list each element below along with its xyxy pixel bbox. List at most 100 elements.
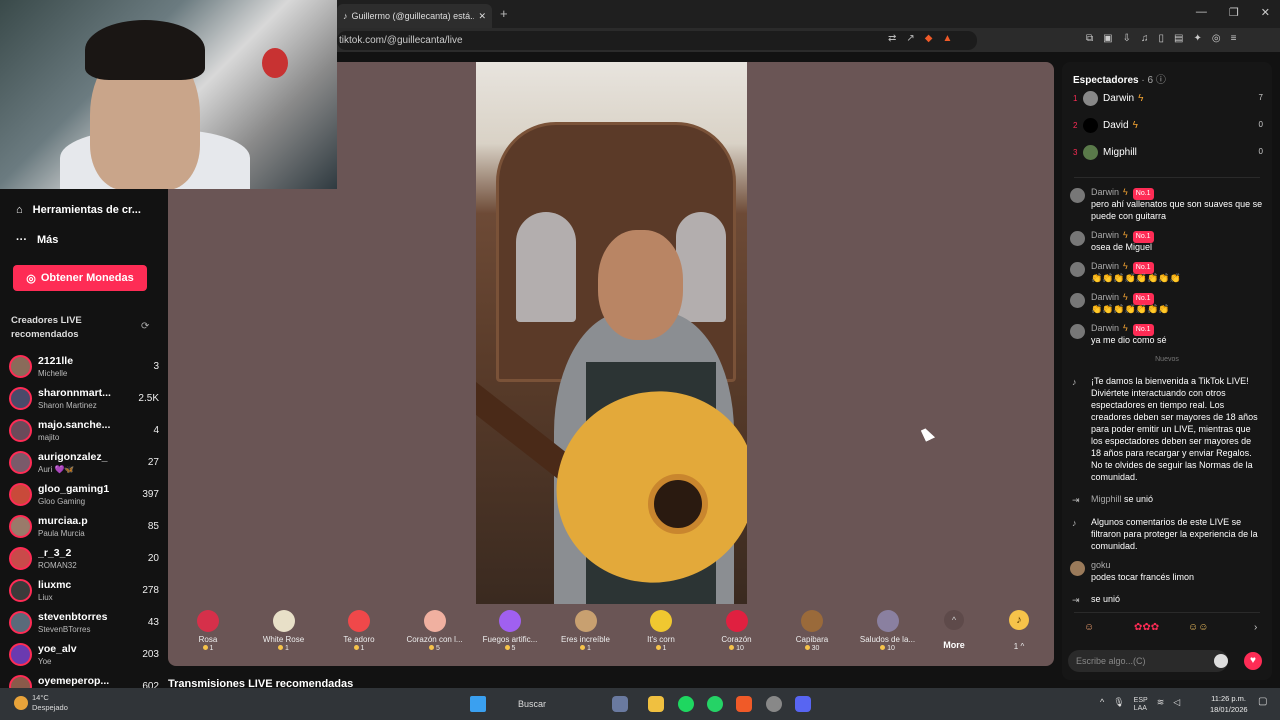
- url-field[interactable]: tiktok.com/@guillecanta/live: [337, 31, 977, 50]
- gift-item[interactable]: Capibara 30: [775, 608, 849, 660]
- tab-title: Guillermo (@guillecanta) está...: [351, 11, 475, 21]
- extensions-icon[interactable]: ⧉: [1086, 33, 1093, 44]
- windows-start-icon[interactable]: [470, 696, 486, 712]
- creator-item[interactable]: murciaa.p Paula Murcia 85: [9, 513, 159, 541]
- language-indicator[interactable]: ESP LAA: [1134, 697, 1148, 713]
- translate-icon[interactable]: ⇄: [888, 33, 896, 44]
- gift-price: 1: [247, 645, 321, 652]
- creator-name: gloo_gaming1: [38, 483, 110, 495]
- creator-item[interactable]: stevenbtorres StevenBTorres 43: [9, 609, 159, 637]
- creator-item[interactable]: yoe_alv Yoe 203: [9, 641, 159, 669]
- weather-widget[interactable]: 14°C Despejado: [14, 693, 68, 713]
- top-viewer-row[interactable]: 1 Darwin ϟ 7: [1073, 89, 1263, 109]
- creator-subtitle: Liux: [38, 593, 53, 602]
- system-tray: ^ 🎙 ESP LAA ≋ ◁: [1100, 697, 1180, 713]
- creator-item[interactable]: _r_3_2 ROMAN32 20: [9, 545, 159, 573]
- gift-name: Corazón: [721, 635, 752, 644]
- avatar[interactable]: [1070, 188, 1085, 203]
- brave-icon[interactable]: [736, 696, 752, 712]
- minimize-button[interactable]: —: [1196, 6, 1207, 19]
- notification-icon[interactable]: ▢: [1258, 696, 1267, 707]
- gift-name: White Rose: [262, 635, 305, 644]
- creator-item[interactable]: gloo_gaming1 Gloo Gaming 397: [9, 481, 159, 509]
- gift-item[interactable]: Te adoro 1: [322, 608, 396, 660]
- emote-icon[interactable]: ☺: [1084, 622, 1094, 633]
- whatsapp-icon[interactable]: [707, 696, 723, 712]
- creator-subtitle: majito: [38, 433, 60, 442]
- screenshot-icon[interactable]: ▣: [1103, 33, 1112, 44]
- sidebar-item-more[interactable]: ··· Más: [16, 234, 58, 246]
- creator-item[interactable]: sharonnmart... Sharon Martinez 2.5K: [9, 385, 159, 413]
- live-video[interactable]: [476, 62, 747, 604]
- brave-rewards-icon[interactable]: ▲: [942, 33, 952, 44]
- sidebar-item-tools[interactable]: ⌂ Herramientas de cr...: [16, 204, 141, 216]
- avatar[interactable]: [1070, 293, 1085, 308]
- coin-icon: ◎: [26, 272, 36, 285]
- join-user[interactable]: Migphill: [1091, 494, 1122, 504]
- top-viewer-row[interactable]: 2 David ϟ 0: [1073, 116, 1263, 136]
- gift-item[interactable]: Saludos de la... 10: [851, 608, 925, 660]
- brave-shield-icon[interactable]: ◆: [925, 33, 933, 44]
- gift-item[interactable]: Corazón con l... 5: [398, 608, 472, 660]
- discord-icon[interactable]: [795, 696, 811, 712]
- media-icon[interactable]: ♫: [1141, 33, 1149, 44]
- gift-icon: [801, 610, 823, 632]
- close-tab-icon[interactable]: ✕: [478, 11, 486, 22]
- gift-item[interactable]: Eres increíble 1: [549, 608, 623, 660]
- emote-icon[interactable]: ☺☺: [1188, 622, 1208, 633]
- wallet-icon[interactable]: ▤: [1174, 33, 1183, 44]
- chat-input[interactable]: Escribe algo...(C): [1068, 650, 1228, 672]
- viewer-count: 4: [153, 425, 159, 436]
- volume-icon[interactable]: ◁: [1173, 697, 1180, 713]
- share-icon[interactable]: ↗: [906, 33, 914, 44]
- avatar[interactable]: [1070, 561, 1085, 576]
- lang-layout: LAA: [1133, 705, 1147, 712]
- explorer-app-icon[interactable]: [612, 696, 628, 712]
- avatar[interactable]: [1070, 324, 1085, 339]
- vpn-icon[interactable]: ◎: [1212, 33, 1221, 44]
- coin-balance-button[interactable]: ♪ 1 ^: [1004, 610, 1034, 651]
- more-gifts-button[interactable]: ^ More: [934, 608, 974, 650]
- chevron-up-icon[interactable]: ^: [1100, 697, 1104, 713]
- leo-icon[interactable]: ✦: [1193, 33, 1201, 44]
- chevron-right-icon[interactable]: ›: [1254, 622, 1257, 633]
- top-viewer-row[interactable]: 3 Migphill 0: [1073, 143, 1263, 163]
- maximize-button[interactable]: ❐: [1229, 6, 1239, 19]
- creator-item[interactable]: liuxmc Liux 278: [9, 577, 159, 605]
- mic-icon[interactable]: 🎙: [1113, 697, 1124, 713]
- gift-name: It's corn: [647, 635, 675, 644]
- taskbar-search[interactable]: Buscar: [500, 694, 610, 714]
- chat-user[interactable]: goku: [1091, 559, 1111, 571]
- clock[interactable]: 11:26 p.m. 18/01/2026: [1210, 693, 1248, 715]
- emoji-icon[interactable]: [1214, 654, 1228, 668]
- gift-item[interactable]: White Rose 1: [247, 608, 321, 660]
- browser-tab[interactable]: ♪ Guillermo (@guillecanta) está... ✕: [337, 4, 492, 28]
- gift-item[interactable]: Rosa 1: [171, 608, 245, 660]
- wifi-icon[interactable]: ≋: [1157, 697, 1165, 713]
- gift-item[interactable]: It's corn 1: [624, 608, 698, 660]
- download-icon[interactable]: ⇩: [1123, 33, 1131, 44]
- viewer-count: 20: [147, 553, 159, 564]
- steam-icon[interactable]: [766, 696, 782, 712]
- sidebar-icon[interactable]: ▯: [1158, 33, 1164, 44]
- folder-icon[interactable]: [648, 696, 664, 712]
- avatar: [9, 547, 32, 570]
- gift-item[interactable]: Corazón 10: [700, 608, 774, 660]
- avatar[interactable]: [1070, 231, 1085, 246]
- close-window-button[interactable]: ✕: [1261, 6, 1270, 19]
- emote-icon[interactable]: ✿✿✿: [1134, 622, 1159, 633]
- gift-price: 1: [322, 645, 396, 652]
- creator-item[interactable]: majo.sanche... majito 4: [9, 417, 159, 445]
- spotify-icon[interactable]: [678, 696, 694, 712]
- creator-item[interactable]: 2121lle Michelle 3: [9, 353, 159, 381]
- creator-item[interactable]: aurigonzalez_ Auri 💜🦋 27: [9, 449, 159, 477]
- get-coins-button[interactable]: ◎ Obtener Monedas: [13, 265, 147, 291]
- menu-icon[interactable]: ≡: [1231, 33, 1237, 44]
- avatar[interactable]: [1070, 262, 1085, 277]
- viewer-name: David ϟ: [1103, 120, 1138, 131]
- new-tab-button[interactable]: +: [500, 6, 508, 21]
- gift-icon: [725, 610, 748, 632]
- like-heart-button[interactable]: ♥: [1244, 652, 1262, 670]
- refresh-icon[interactable]: ⟳: [141, 321, 149, 332]
- gift-item[interactable]: Fuegos artific... 5: [473, 608, 547, 660]
